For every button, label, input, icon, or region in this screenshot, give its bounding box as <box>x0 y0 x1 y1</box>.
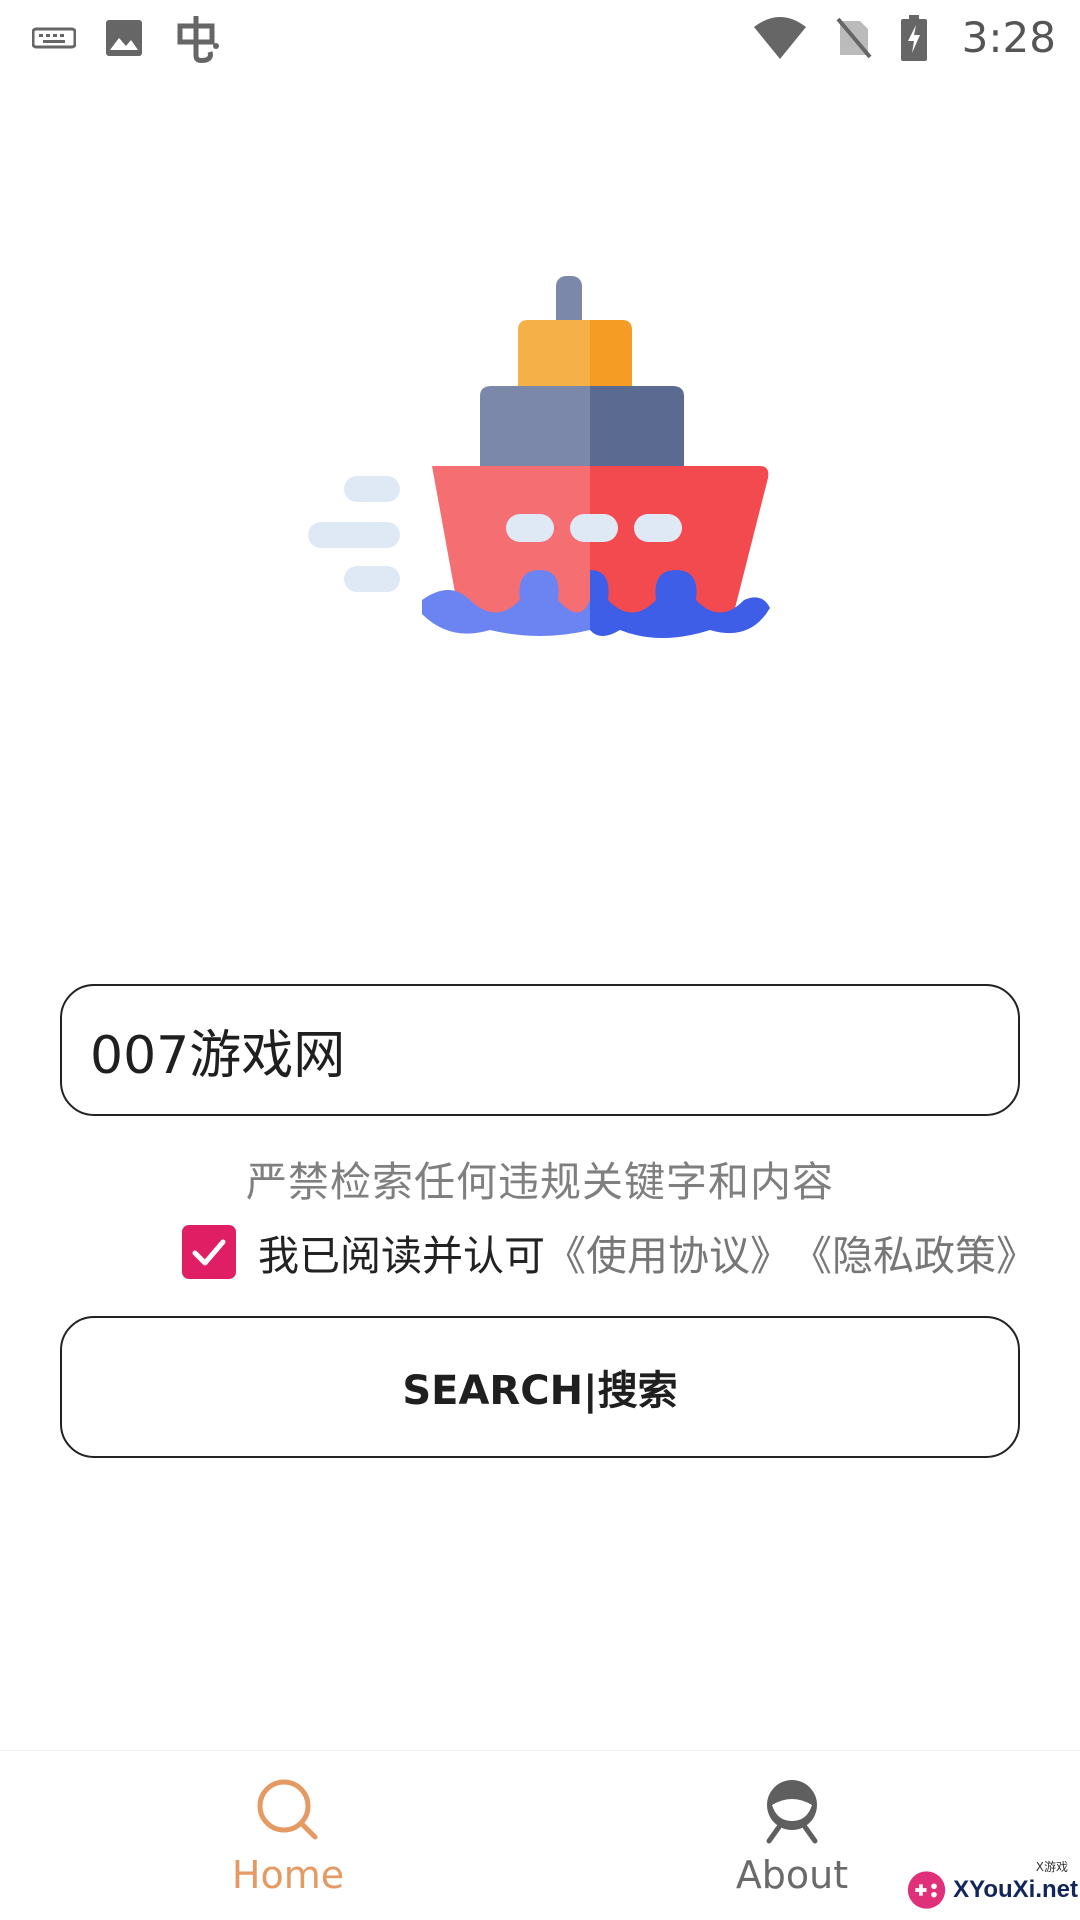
status-right: 3:28 <box>752 13 1056 62</box>
status-time: 3:28 <box>961 13 1056 62</box>
privacy-link[interactable]: 《隐私政策》 <box>791 1222 1037 1282</box>
nav-about-label: About <box>735 1853 849 1897</box>
agreement-row: 我已阅读并认可 《使用协议》 《隐私政策》 <box>182 1222 1037 1282</box>
status-bar: 3:28 <box>0 0 1080 75</box>
search-input[interactable]: 007游戏网 <box>60 984 1020 1116</box>
search-button[interactable]: SEARCH|搜索 <box>60 1316 1020 1458</box>
nav-home[interactable]: Home <box>138 1751 438 1920</box>
no-sim-icon <box>836 17 872 58</box>
agreement-text: 我已阅读并认可 <box>258 1232 545 1280</box>
gamepad-icon <box>907 1871 946 1909</box>
watermark-small-text: X游戏 <box>1035 1860 1068 1874</box>
battery-charging-icon <box>900 14 927 61</box>
bug-icon <box>177 15 219 63</box>
status-left <box>32 12 222 64</box>
search-button-label: SEARCH|搜索 <box>402 1368 678 1414</box>
image-icon <box>106 19 142 56</box>
search-icon <box>257 1779 318 1840</box>
search-notice: 严禁检索任何违规关键字和内容 <box>246 1158 834 1206</box>
check-icon <box>192 1239 226 1266</box>
search-input-value: 007游戏网 <box>90 1025 346 1086</box>
nav-about[interactable]: About <box>642 1751 942 1920</box>
app-screen: 3:28 007游戏网 严禁检索任何违规关键字和内容 我已阅读并认可 《使用协议… <box>0 0 1080 1920</box>
keyboard-icon <box>32 27 76 48</box>
about-icon <box>766 1780 818 1844</box>
ship-illustration <box>308 276 770 638</box>
watermark-logo: XYouXi.net X游戏 <box>906 1860 1078 1918</box>
watermark-text: XYouXi.net <box>953 1876 1078 1903</box>
nav-home-label: Home <box>231 1853 345 1897</box>
wifi-icon <box>753 16 806 59</box>
agreement-checkbox[interactable] <box>182 1225 236 1279</box>
terms-link[interactable]: 《使用协议》 <box>545 1222 791 1282</box>
